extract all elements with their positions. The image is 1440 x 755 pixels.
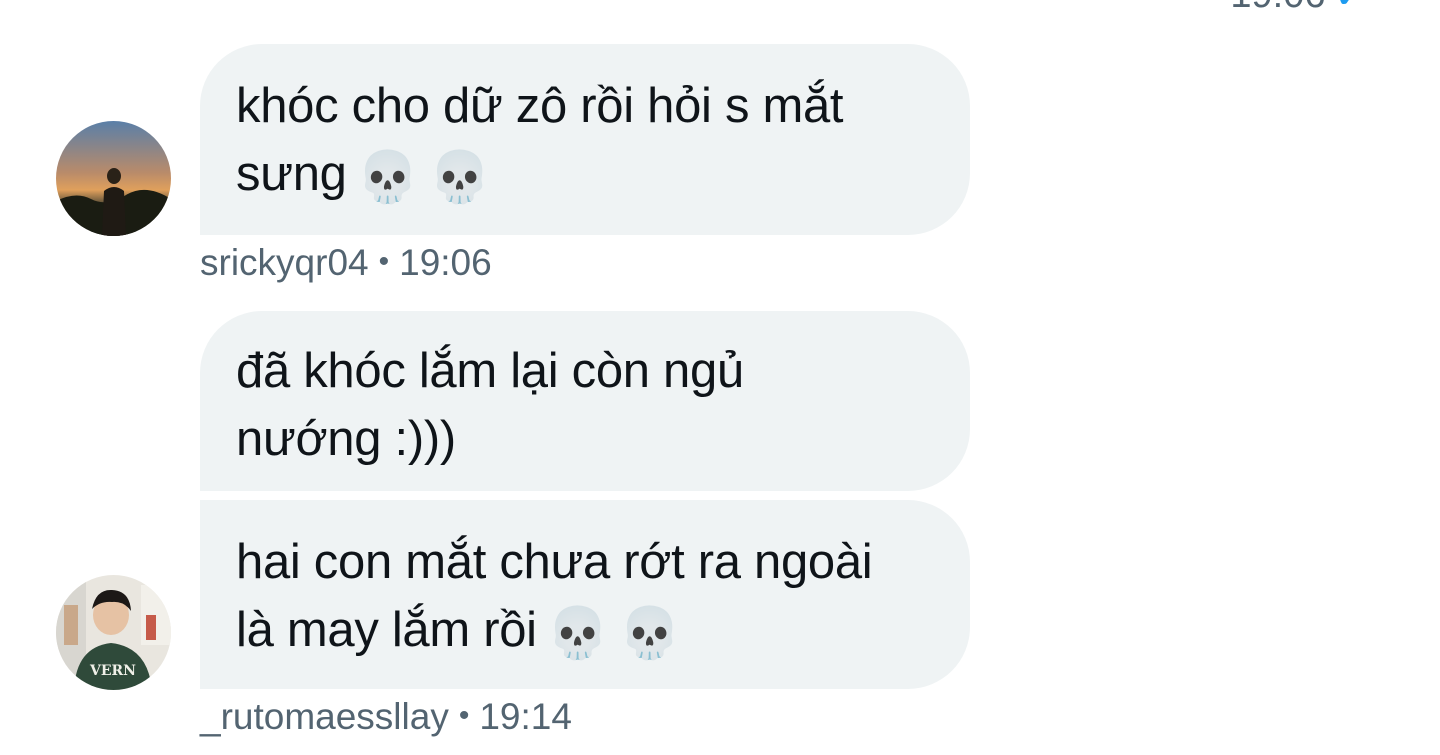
sender-username[interactable]: srickyqr04: [200, 242, 369, 283]
message-time: 19:06: [399, 242, 492, 283]
separator-dot: •: [378, 245, 390, 278]
message-line-text: là may lắm rồi: [236, 603, 537, 657]
message-line: đã khóc lắm lại còn ngủ: [236, 344, 744, 398]
skull-icon: 💀: [618, 604, 681, 662]
message-bubble[interactable]: đã khóc lắm lại còn ngủ nướng :))): [200, 311, 970, 491]
message-bubble[interactable]: hai con mắt chưa rớt ra ngoài là may lắm…: [200, 500, 970, 689]
message-line-text: sưng: [236, 147, 347, 201]
message-line: khóc cho dữ zô rồi hỏi s mắt: [236, 79, 844, 133]
skull-icon: 💀: [428, 148, 491, 206]
skull-icon: 💀: [356, 148, 419, 206]
separator-dot: •: [458, 699, 470, 732]
previous-message-meta: 19:06 ✔: [1230, 0, 1364, 17]
avatar-image: [56, 121, 171, 236]
message-line: hai con mắt chưa rớt ra ngoài: [236, 535, 873, 589]
dm-conversation: 19:06 ✔ khóc cho dữ zô rồi hỏi s mắt sưn…: [0, 0, 1440, 755]
message-bubble[interactable]: khóc cho dữ zô rồi hỏi s mắt sưng 💀 💀: [200, 44, 970, 235]
skull-icon: 💀: [546, 604, 609, 662]
check-icon: ✔: [1336, 0, 1365, 16]
message-line-with-emoji: là may lắm rồi 💀 💀: [236, 596, 934, 667]
message-time: 19:14: [479, 696, 572, 737]
message-meta: srickyqr04 • 19:06: [200, 242, 492, 284]
message-line: nướng :))): [236, 412, 456, 466]
previous-message-time: 19:06: [1230, 0, 1325, 17]
message-line-with-emoji: sưng 💀 💀: [236, 140, 934, 211]
sender-username[interactable]: _rutomaessllay: [200, 696, 449, 737]
avatar-srickyqr04[interactable]: [56, 121, 171, 236]
message-meta: _rutomaessllay • 19:14: [200, 696, 572, 738]
avatar-rutomaessllay[interactable]: VERN: [56, 575, 171, 690]
svg-text:VERN: VERN: [89, 663, 136, 679]
avatar-image: VERN: [56, 575, 171, 690]
